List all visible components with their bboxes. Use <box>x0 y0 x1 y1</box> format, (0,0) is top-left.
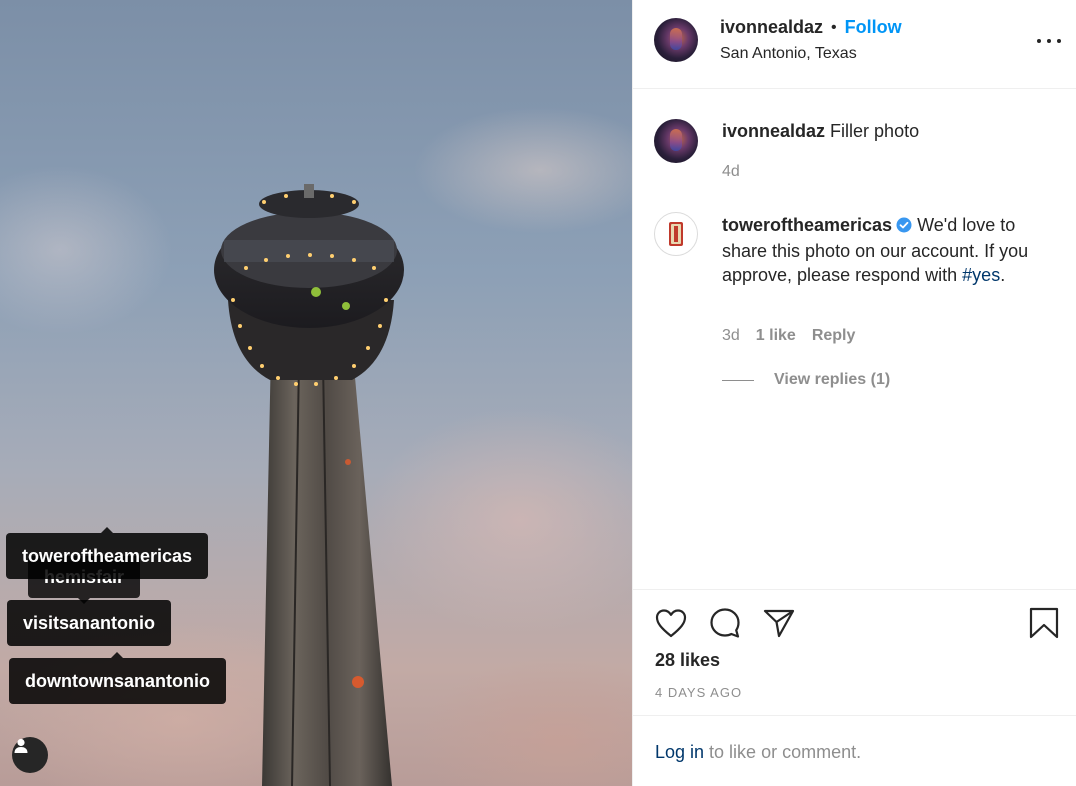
likes-count[interactable]: 28 likes <box>655 650 720 671</box>
avatar[interactable] <box>654 18 698 62</box>
view-replies-button[interactable]: View replies (1) <box>722 371 890 389</box>
login-footer: Log in to like or comment. <box>633 715 1076 786</box>
comment-username[interactable]: toweroftheamericas <box>722 215 892 235</box>
comment-text-block: toweroftheamericas We'd love to share th… <box>722 213 1062 287</box>
caption-text: Filler photo <box>830 121 920 141</box>
comment-likes[interactable]: 1 like <box>756 327 796 345</box>
caption-text-row: ivonnealdaz Filler photo <box>722 119 1062 143</box>
header-location[interactable]: San Antonio, Texas <box>720 45 857 63</box>
header-username[interactable]: ivonnealdaz <box>720 17 823 38</box>
post-photo[interactable]: hemisfair toweroftheamericas visitsanant… <box>0 0 632 786</box>
bookmark-icon <box>1029 607 1059 639</box>
photo-tag-downtownsanantonio[interactable]: downtownsanantonio <box>9 652 226 704</box>
follow-button[interactable]: Follow <box>845 17 902 38</box>
login-prompt: Log in to like or comment. <box>655 742 861 763</box>
caption-time[interactable]: 4d <box>722 163 740 181</box>
comment-avatar[interactable] <box>654 212 698 256</box>
comment-time[interactable]: 3d <box>722 327 740 345</box>
header-separator: • <box>831 18 837 36</box>
user-icon <box>14 738 28 753</box>
comment-button[interactable] <box>707 605 743 641</box>
verified-badge-icon <box>896 215 912 239</box>
save-button[interactable] <box>1027 605 1061 641</box>
replies-divider <box>722 379 754 381</box>
comment-meta-row: 3d 1 like Reply <box>722 327 855 345</box>
login-link[interactable]: Log in <box>655 742 704 762</box>
heart-icon <box>655 609 687 638</box>
hashtag-link[interactable]: #yes <box>962 265 1000 285</box>
comment-bubble-icon <box>710 608 740 638</box>
login-suffix: to like or comment. <box>704 742 862 762</box>
photo-tag-toweroftheamericas[interactable]: toweroftheamericas <box>6 527 209 579</box>
tower-logo-icon <box>669 222 683 246</box>
comment-text-end: . <box>1000 265 1006 285</box>
reply-button[interactable]: Reply <box>812 327 856 345</box>
view-replies-label: View replies (1) <box>774 371 891 388</box>
more-dot-icon <box>1047 39 1051 43</box>
tagged-users-button[interactable] <box>12 737 48 773</box>
more-dot-icon <box>1057 39 1061 43</box>
post-details-panel: ivonnealdaz • Follow San Antonio, Texas … <box>632 0 1076 786</box>
photo-tag-visitsanantonio[interactable]: visitsanantonio <box>7 600 172 646</box>
post-actions: 28 likes 4 DAYS AGO <box>633 589 1076 715</box>
share-button[interactable] <box>761 605 797 641</box>
caption-avatar[interactable] <box>654 119 698 163</box>
post-date[interactable]: 4 DAYS AGO <box>655 685 742 700</box>
post-header: ivonnealdaz • Follow San Antonio, Texas <box>633 0 1076 89</box>
more-dot-icon <box>1037 39 1041 43</box>
paper-plane-icon <box>763 609 795 638</box>
header-title-row: ivonnealdaz • Follow <box>720 17 902 38</box>
like-button[interactable] <box>653 605 689 641</box>
more-options-button[interactable] <box>1037 33 1061 49</box>
caption-username[interactable]: ivonnealdaz <box>722 121 825 141</box>
